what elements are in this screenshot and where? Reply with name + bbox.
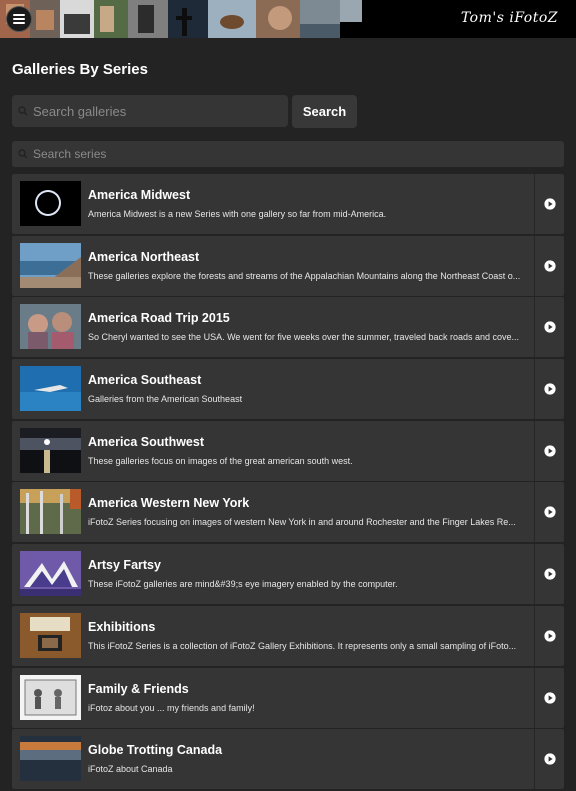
app-header: Tom's iFotoZ [0,0,576,38]
open-series-button[interactable] [534,235,564,296]
gallery-search-input[interactable] [33,95,283,127]
series-row[interactable]: America Road Trip 2015 So Cheryl wanted … [12,297,564,358]
play-circle-icon [543,630,556,642]
series-description: This iFotoZ Series is a collection of iF… [88,640,517,651]
series-thumbnail [20,612,81,658]
open-series-button[interactable] [534,729,564,790]
series-description: America Midwest is a new Series with one… [88,209,387,219]
play-circle-icon [543,260,556,272]
series-title: America Southeast [88,373,202,388]
series-description: iFotoz about you ... my friends and fami… [88,702,255,713]
open-series-button[interactable] [534,359,564,420]
open-series-button[interactable] [534,420,564,481]
play-circle-icon [543,321,556,333]
series-title: America Road Trip 2015 [88,311,230,326]
series-row[interactable]: America Northeast These galleries explor… [12,235,564,296]
series-title: Artsy Fartsy [88,558,161,573]
series-description: So Cheryl wanted to see the USA. We went… [88,332,520,343]
series-search-input[interactable] [33,141,559,167]
open-series-button[interactable] [534,544,564,605]
menu-button[interactable] [6,6,32,32]
series-description: These galleries explore the forests and … [88,270,521,281]
series-thumbnail [20,304,81,350]
series-thumbnail [20,242,81,288]
series-thumbnail [20,181,81,226]
search-button[interactable]: Search [292,95,357,128]
play-circle-icon [543,753,556,765]
series-row[interactable]: America Southeast Galleries from the Ame… [12,359,564,420]
series-thumbnail [20,674,81,720]
series-search-field[interactable] [12,141,564,167]
page-title: Galleries By Series [12,61,148,78]
play-circle-icon [543,198,556,210]
play-circle-icon [543,445,556,457]
series-list: America Midwest America Midwest is a new… [12,174,564,791]
series-description: iFotoZ about Canada [88,764,173,775]
series-row[interactable]: Family & Friends iFotoz about you ... my… [12,667,564,728]
play-circle-icon [543,506,556,519]
series-description: Galleries from the American Southeast [88,394,243,405]
hamburger-icon [13,14,25,24]
series-thumbnail [20,366,81,412]
photo-collage-banner [0,0,362,38]
series-title: America Western New York [88,496,250,511]
play-circle-icon [543,691,556,704]
series-title: Globe Trotting Canada [88,743,223,758]
open-series-button[interactable] [534,667,564,728]
open-series-button[interactable] [534,482,564,543]
series-description: These galleries focus on images of the g… [88,455,353,466]
header-banner-photos [0,0,362,38]
series-thumbnail [20,551,81,597]
open-series-button[interactable] [534,297,564,358]
search-icon [18,106,28,116]
series-thumbnail [20,489,81,535]
series-description: iFotoZ Series focusing on images of west… [88,517,516,528]
series-title: America Northeast [88,249,200,264]
play-circle-icon [543,383,556,395]
series-row[interactable]: Exhibitions This iFotoZ Series is a coll… [12,605,564,666]
brand-logo: Tom's iFotoZ [460,10,558,26]
series-row[interactable]: America Western New York iFotoZ Series f… [12,482,564,543]
open-series-button[interactable] [534,605,564,666]
series-thumbnail [20,736,81,782]
series-title: Exhibitions [88,619,156,634]
open-series-button[interactable] [534,174,564,234]
play-circle-icon [543,568,556,580]
search-icon [18,149,28,159]
gallery-search-field[interactable] [12,95,288,127]
series-row[interactable]: America Midwest America Midwest is a new… [12,174,564,234]
series-description: These iFotoZ galleries are mind&#39;s ey… [88,579,398,590]
series-title: Family & Friends [88,681,189,696]
series-thumbnail [20,427,81,473]
series-title: America Midwest [88,188,191,202]
series-row[interactable]: America Southwest These galleries focus … [12,420,564,481]
series-row[interactable]: Globe Trotting Canada iFotoZ about Canad… [12,729,564,790]
series-row[interactable]: Artsy Fartsy These iFotoZ galleries are … [12,544,564,605]
series-title: America Southwest [88,434,205,449]
